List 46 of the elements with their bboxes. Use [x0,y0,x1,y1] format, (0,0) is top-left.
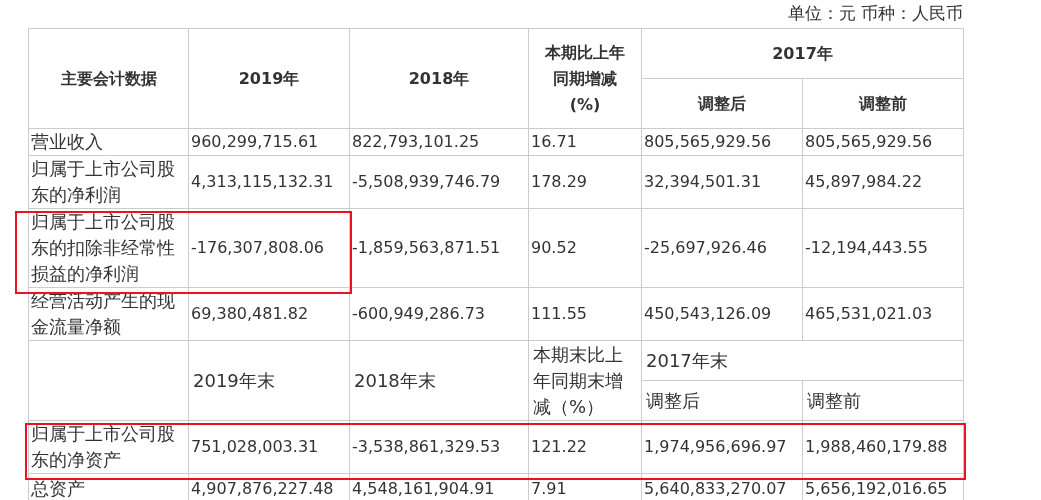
table-cell: 805,565,929.56 [641,128,803,156]
header-cell: 本期末比上年同期末增减（%） [528,340,642,421]
table-cell: 4,313,115,132.31 [188,155,350,209]
header-cell: 2019年末 [188,340,350,421]
table-cell: -600,949,286.73 [349,287,529,341]
table-cell: 69,380,481.82 [188,287,350,341]
table-cell: 960,299,715.61 [188,128,350,156]
table-cell: -176,307,808.06 [188,208,350,288]
table-cell: -25,697,926.46 [641,208,803,288]
table-cell: 178.29 [528,155,642,209]
header-cell: 调整前 [802,78,964,129]
header-cell: 调整后 [641,380,803,421]
table-cell: 4,548,161,904.91 [349,473,529,500]
table-cell: 111.55 [528,287,642,341]
table-cell: 4,907,876,227.48 [188,473,350,500]
table-cell: 1,988,460,179.88 [802,420,964,474]
header-cell-text: 本期比上年同期增减(%) [544,41,626,116]
header-cell: 2018年末 [349,340,529,421]
header-cell: 2017年 [641,28,964,79]
row-label: 归属于上市公司股东的扣除非经常性损益的净利润 [28,208,189,288]
row-label: 总资产 [28,473,189,500]
header-cell: 2017年末 [641,340,964,381]
table-cell: 121.22 [528,420,642,474]
table-cell: -5,508,939,746.79 [349,155,529,209]
table-cell: 805,565,929.56 [802,128,964,156]
table-cell: 822,793,101.25 [349,128,529,156]
header-cell: 主要会计数据 [28,28,189,129]
row-label: 归属于上市公司股东的净资产 [28,420,189,474]
table-cell: 450,543,126.09 [641,287,803,341]
table-cell: 45,897,984.22 [802,155,964,209]
unit-note: 单位：元 币种：人民币 [786,2,963,25]
table-cell: 751,028,003.31 [188,420,350,474]
table-cell: -3,538,861,329.53 [349,420,529,474]
header-cell: 2018年 [349,28,529,129]
table-cell: 1,974,956,696.97 [641,420,803,474]
table-cell: 90.52 [528,208,642,288]
table-cell: -1,859,563,871.51 [349,208,529,288]
table-cell: -12,194,443.55 [802,208,964,288]
table-cell: 16.71 [528,128,642,156]
row-label: 营业收入 [28,128,189,156]
row-label: 归属于上市公司股东的净利润 [28,155,189,209]
table-cell: 32,394,501.31 [641,155,803,209]
header-cell: 调整后 [641,78,803,129]
header-cell: 调整前 [802,380,964,421]
table-cell: 465,531,021.03 [802,287,964,341]
header-cell: 2019年 [188,28,350,129]
